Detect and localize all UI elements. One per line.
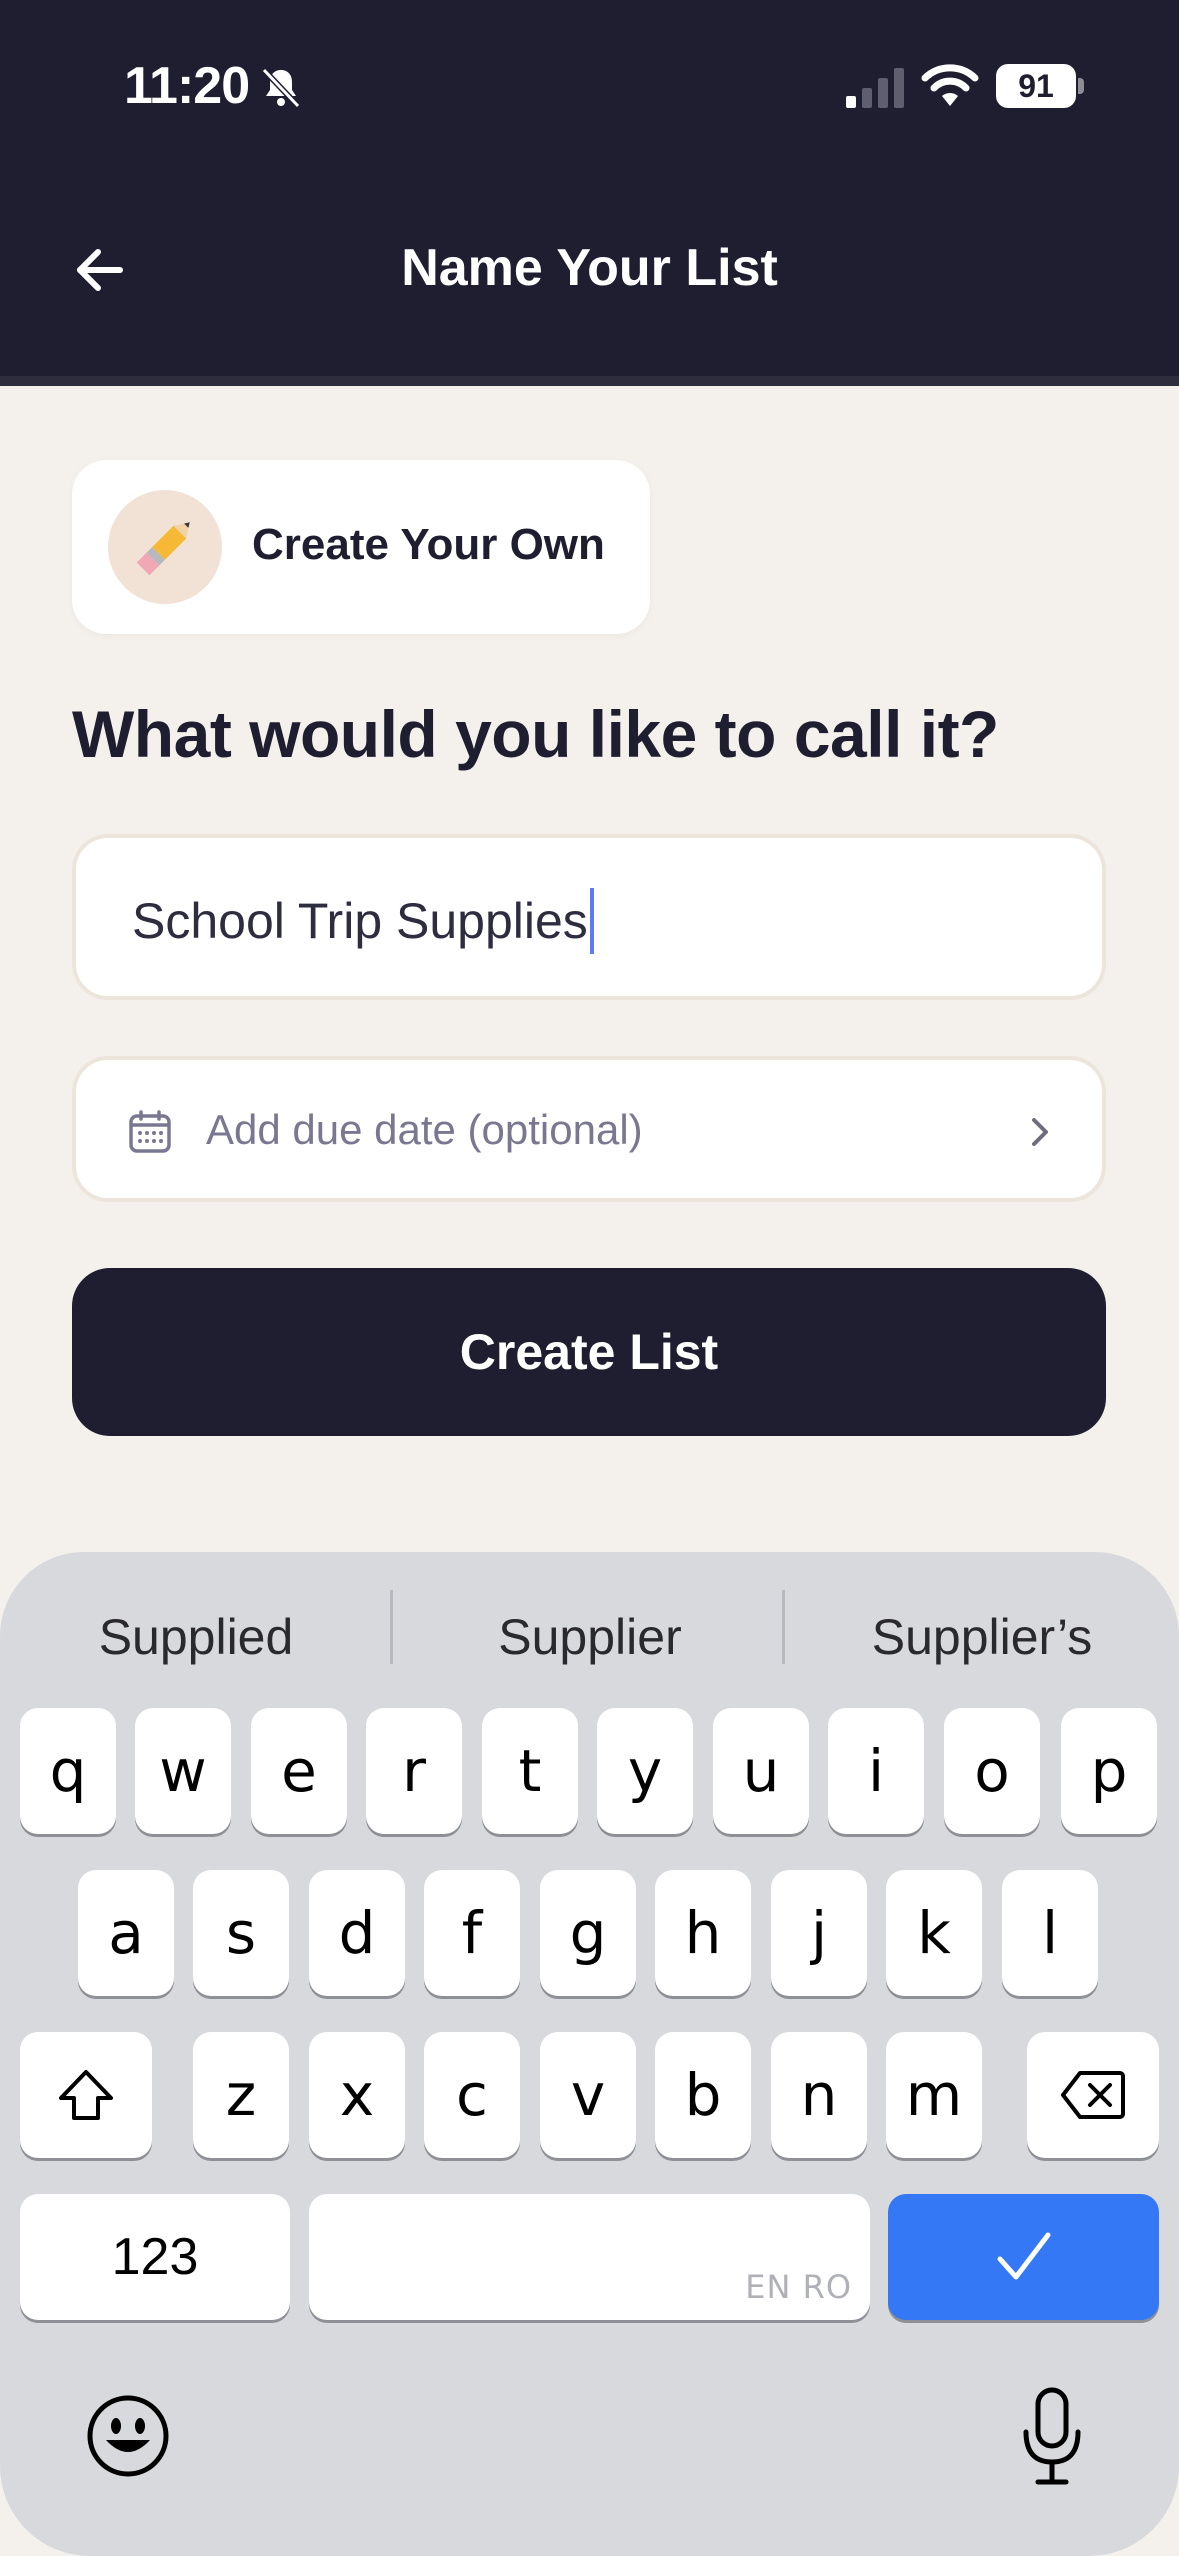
key-l[interactable]: l	[1002, 1870, 1098, 1996]
key-k[interactable]: k	[886, 1870, 982, 1996]
key-e[interactable]: e	[251, 1708, 347, 1834]
wifi-icon	[921, 64, 979, 106]
key-v[interactable]: v	[540, 2032, 636, 2158]
key-s[interactable]: s	[193, 1870, 289, 1996]
cellular-signal-icon	[846, 68, 904, 108]
chevron-right-icon	[1032, 1118, 1048, 1146]
bell-slash-icon	[261, 67, 301, 109]
numbers-key[interactable]: 123	[20, 2194, 290, 2320]
form-question: What would you like to call it?	[72, 697, 999, 771]
create-list-button[interactable]: Create List	[72, 1268, 1106, 1436]
list-name-value: School Trip Supplies	[132, 893, 588, 949]
suggestion-divider	[782, 1590, 785, 1664]
due-date-placeholder: Add due date (optional)	[206, 1106, 643, 1153]
calendar-icon	[129, 1110, 171, 1153]
space-key[interactable]: EN RO	[309, 2194, 870, 2320]
key-b[interactable]: b	[655, 2032, 751, 2158]
backspace-key[interactable]	[1027, 2032, 1159, 2158]
shift-key[interactable]	[20, 2032, 152, 2158]
emoji-icon	[87, 2395, 169, 2477]
space-language-hint: EN RO	[745, 2268, 852, 2306]
microphone-icon	[1023, 2387, 1081, 2485]
microphone-button[interactable]	[1004, 2382, 1100, 2492]
text-caret	[589, 888, 594, 954]
battery-nub	[1078, 78, 1084, 94]
key-q[interactable]: q	[20, 1708, 116, 1834]
suggestion-1[interactable]: Supplied	[6, 1608, 386, 1666]
page-title: Name Your List	[401, 239, 778, 297]
key-a[interactable]: a	[78, 1870, 174, 1996]
suggestion-divider	[390, 1590, 393, 1664]
key-p[interactable]: p	[1061, 1708, 1157, 1834]
key-w[interactable]: w	[135, 1708, 231, 1834]
list-name-value-wrap: School Trip Supplies	[132, 888, 594, 954]
suggestion-3[interactable]: Supplier’s	[792, 1608, 1172, 1666]
chip-label: Create Your Own	[252, 520, 605, 569]
key-i[interactable]: i	[828, 1708, 924, 1834]
key-n[interactable]: n	[771, 2032, 867, 2158]
shift-icon	[59, 2070, 113, 2120]
emoji-button[interactable]	[80, 2388, 176, 2484]
key-m[interactable]: m	[886, 2032, 982, 2158]
on-screen-keyboard: Supplied Supplier Supplier’s q w e r t y…	[0, 1552, 1179, 2556]
pencil-icon	[136, 522, 190, 576]
list-name-input[interactable]: School Trip Supplies	[72, 834, 1106, 1000]
key-u[interactable]: u	[713, 1708, 809, 1834]
key-f[interactable]: f	[424, 1870, 520, 1996]
done-key[interactable]	[888, 2194, 1159, 2320]
key-r[interactable]: r	[366, 1708, 462, 1834]
template-chip[interactable]: Create Your Own	[72, 460, 650, 634]
key-y[interactable]: y	[597, 1708, 693, 1834]
key-j[interactable]: j	[771, 1870, 867, 1996]
key-d[interactable]: d	[309, 1870, 405, 1996]
key-c[interactable]: c	[424, 2032, 520, 2158]
key-g[interactable]: g	[540, 1870, 636, 1996]
key-o[interactable]: o	[944, 1708, 1040, 1834]
backspace-icon	[1061, 2071, 1125, 2119]
key-z[interactable]: z	[193, 2032, 289, 2158]
battery-indicator: 91	[996, 64, 1076, 108]
checkmark-icon	[997, 2232, 1050, 2280]
suggestion-2[interactable]: Supplier	[400, 1608, 780, 1666]
due-date-field[interactable]: Add due date (optional)	[72, 1056, 1106, 1202]
key-t[interactable]: t	[482, 1708, 578, 1834]
header-divider	[0, 376, 1179, 386]
chip-avatar	[108, 490, 222, 604]
key-h[interactable]: h	[655, 1870, 751, 1996]
key-x[interactable]: x	[309, 2032, 405, 2158]
app-header: 11:20 91 Name Your List	[0, 0, 1179, 376]
status-time: 11:20	[124, 57, 250, 115]
